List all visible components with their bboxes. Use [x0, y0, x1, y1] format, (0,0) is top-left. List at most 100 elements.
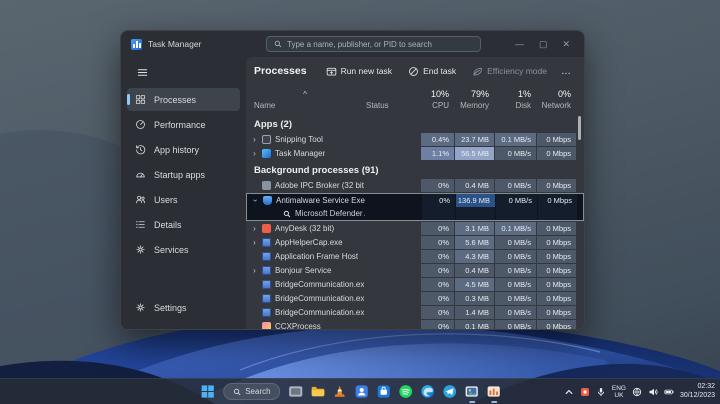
hidden-icons-chevron[interactable]	[564, 387, 574, 397]
process-row[interactable]: › AnyDesk (32 bit) 0% 3.1 MB 0.1 MB/s 0 …	[246, 222, 584, 235]
contacts-icon	[355, 384, 370, 399]
sidebar-item-services[interactable]: Services	[127, 238, 240, 261]
task-manager-icon	[487, 384, 502, 399]
taskbar-search[interactable]: Search	[223, 383, 280, 400]
cpu-value: 0%	[421, 320, 454, 329]
process-row[interactable]: › Task Manager 1.1% 56.5 MB 0 MB/s 0 Mbp…	[246, 147, 584, 160]
language-indicator[interactable]: ENG UK	[612, 385, 626, 399]
battery-icon[interactable]	[664, 387, 674, 397]
exe-icon	[262, 294, 271, 303]
section-header[interactable]: Background processes (91)	[246, 162, 584, 178]
column-header-name[interactable]: Name	[246, 101, 364, 110]
process-name: BridgeCommunication.exe	[275, 308, 364, 317]
table-header: ^ 10% 79% 1% 0% Name Status CPU Memory D…	[246, 85, 584, 112]
end-task-button[interactable]: End task	[402, 63, 462, 80]
sidebar-item-users[interactable]: Users	[127, 188, 240, 211]
process-status	[364, 306, 420, 319]
process-row[interactable]: Microsoft Defender Antivi...	[247, 207, 583, 220]
file-explorer-taskbar-button[interactable]	[310, 380, 327, 404]
task-manager-taskbar-button[interactable]	[486, 380, 503, 404]
disk-value: 0 MB/s	[495, 320, 536, 329]
section-header[interactable]: Apps (2)	[246, 116, 584, 132]
sort-ascending-icon: ^	[246, 91, 364, 99]
sidebar-item-settings[interactable]: Settings	[127, 296, 240, 319]
adobe-icon	[262, 181, 271, 190]
network-value: 0 Mbps	[538, 194, 577, 207]
sidebar-item-label: Settings	[154, 303, 187, 313]
process-row[interactable]: CCXProcess 0% 0.1 MB 0 MB/s 0 Mbps	[246, 320, 584, 329]
anydesk-tray-icon[interactable]	[580, 387, 590, 397]
chevron-icon[interactable]: ›	[251, 133, 258, 146]
edge-taskbar-button[interactable]	[420, 380, 437, 404]
process-name: Application Frame Host	[275, 252, 358, 261]
telegram-taskbar-button[interactable]	[442, 380, 459, 404]
sidebar-item-app-history[interactable]: App history	[127, 138, 240, 161]
toolbar: Processes Run new task End task Effic	[246, 57, 584, 85]
defender-icon	[263, 196, 272, 205]
process-row[interactable]: BridgeCommunication.exe 0% 4.5 MB 0 MB/s…	[246, 278, 584, 291]
volume-icon[interactable]	[648, 387, 658, 397]
maximize-button[interactable]: ▢	[539, 31, 548, 57]
menu-icon[interactable]	[130, 63, 154, 81]
titlebar[interactable]: Task Manager Type a name, publisher, or …	[121, 31, 584, 57]
process-row[interactable]: Adobe IPC Broker (32 bit) 0% 0.4 MB 0 MB…	[246, 179, 584, 192]
column-header-status[interactable]: Status	[364, 101, 420, 110]
process-row[interactable]: Application Frame Host 0% 4.3 MB 0 MB/s …	[246, 250, 584, 263]
sidebar: Processes Performance App history Startu…	[121, 57, 246, 329]
process-row[interactable]: › Snipping Tool 0.4% 23.7 MB 0.1 MB/s 0 …	[246, 133, 584, 146]
memory-total: 79%	[454, 89, 494, 99]
chevron-icon[interactable]: ›	[249, 197, 262, 204]
column-header-disk[interactable]: Disk	[494, 101, 536, 110]
chevron-icon[interactable]: ›	[251, 222, 258, 235]
anydesk-icon	[262, 224, 271, 233]
close-button[interactable]: ✕	[562, 31, 570, 57]
cpu-value: 0%	[422, 194, 455, 207]
chevron-icon[interactable]: ›	[251, 147, 258, 160]
disk-value: 0 MB/s	[495, 264, 536, 277]
task-view-taskbar-button[interactable]	[288, 380, 305, 404]
process-row[interactable]: › Antimalware Service Executable 0% 136.…	[247, 194, 583, 207]
column-header-memory[interactable]: Memory	[454, 101, 494, 110]
minimize-button[interactable]: —	[515, 31, 524, 57]
clock[interactable]: 02:32 30/12/2023	[680, 383, 715, 400]
network-value: 0 Mbps	[537, 147, 576, 160]
cpu-value: 0%	[421, 179, 454, 192]
chevron-icon[interactable]: ›	[251, 236, 258, 249]
start-button[interactable]	[199, 380, 216, 404]
search-icon	[274, 40, 282, 48]
cpu-value	[422, 207, 455, 220]
network-globe-icon[interactable]	[632, 387, 642, 397]
process-row[interactable]: BridgeCommunication.exe 0% 1.4 MB 0 MB/s…	[246, 306, 584, 319]
task-view-icon	[289, 384, 304, 399]
process-row[interactable]: BridgeCommunication.exe 0% 0.3 MB 0 MB/s…	[246, 292, 584, 305]
column-header-cpu[interactable]: CPU	[420, 101, 454, 110]
column-header-network[interactable]: Network	[536, 101, 576, 110]
spotify-taskbar-button[interactable]	[398, 380, 415, 404]
process-name: Adobe IPC Broker (32 bit)	[275, 181, 364, 190]
contacts-taskbar-button[interactable]	[354, 380, 371, 404]
more-options-button[interactable]: …	[557, 63, 576, 80]
exe-icon	[262, 252, 271, 261]
network-value: 0 Mbps	[537, 278, 576, 291]
sidebar-item-details[interactable]: Details	[127, 213, 240, 236]
disk-value: 0 MB/s	[495, 306, 536, 319]
store-taskbar-button[interactable]	[376, 380, 393, 404]
scrollbar[interactable]	[578, 116, 581, 140]
network-value: 0 Mbps	[537, 179, 576, 192]
process-row[interactable]: › AppHelperCap.exe 0% 5.6 MB 0 MB/s 0 Mb…	[246, 236, 584, 249]
process-row[interactable]: › Bonjour Service 0% 0.4 MB 0 MB/s 0 Mbp…	[246, 264, 584, 277]
photos-taskbar-button[interactable]	[464, 380, 481, 404]
chevron-icon[interactable]: ›	[251, 264, 258, 277]
efficiency-mode-button[interactable]: Efficiency mode	[466, 63, 553, 80]
network-total: 0%	[536, 89, 576, 99]
sidebar-item-processes[interactable]: Processes	[127, 88, 240, 111]
search-input[interactable]: Type a name, publisher, or PID to search	[266, 36, 481, 52]
run-new-task-button[interactable]: Run new task	[320, 63, 399, 80]
ccx-icon	[262, 322, 271, 329]
selected-process-group[interactable]: › Antimalware Service Executable 0% 136.…	[246, 193, 584, 221]
process-status	[364, 147, 420, 160]
sidebar-item-performance[interactable]: Performance	[127, 113, 240, 136]
vlc-taskbar-button[interactable]	[332, 380, 349, 404]
sidebar-item-startup-apps[interactable]: Startup apps	[127, 163, 240, 186]
microphone-icon[interactable]	[596, 387, 606, 397]
